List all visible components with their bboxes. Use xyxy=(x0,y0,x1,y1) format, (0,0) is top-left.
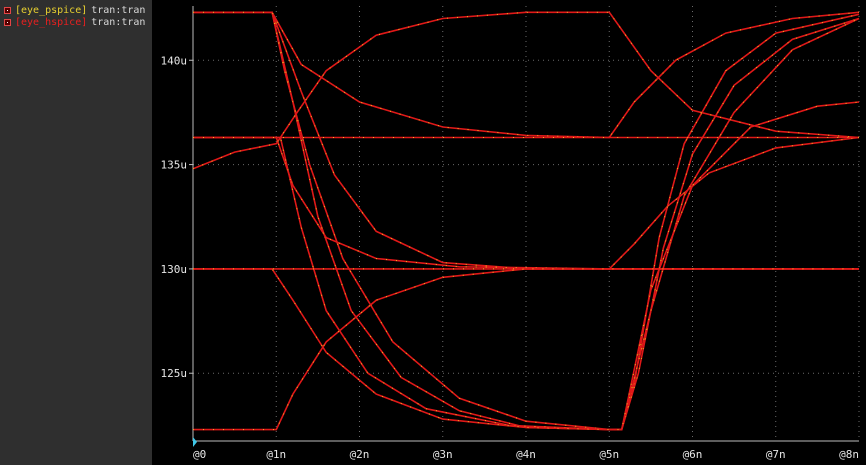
x-tick-label: @5n xyxy=(599,448,619,461)
x-tick-label: @6n xyxy=(683,448,703,461)
trace-hspice-10 xyxy=(193,268,859,431)
legend-item-eye-pspice[interactable]: [eye_pspice] tran:tran xyxy=(4,4,145,16)
y-tick-label: 135u xyxy=(161,159,188,172)
legend-label: [eye_hspice] xyxy=(15,16,88,28)
y-tick-label: 125u xyxy=(161,367,188,380)
x-tick-label: @8n xyxy=(839,448,859,461)
legend-label: [eye_pspice] xyxy=(15,4,88,16)
legend-item-eye-hspice[interactable]: [eye_hspice] tran:tran xyxy=(4,16,145,28)
trace-pspice-6 xyxy=(192,11,860,170)
legend-kind: tran:tran xyxy=(91,4,146,16)
trace-pspice-5 xyxy=(193,18,860,431)
legend-kind: tran:tran xyxy=(91,16,146,28)
trace-pspice-10 xyxy=(193,268,859,431)
traces xyxy=(192,11,860,431)
legend-marker-icon xyxy=(4,18,11,26)
trace-hspice-4 xyxy=(193,136,859,270)
cursor-marker-icon[interactable] xyxy=(193,437,197,447)
legend-marker-icon xyxy=(4,6,11,14)
trace-hspice-5 xyxy=(193,17,860,431)
trace-hspice-6 xyxy=(192,11,860,170)
trace-hspice-1 xyxy=(193,11,860,431)
trace-pspice-2 xyxy=(193,11,860,431)
x-tick-label: @0 xyxy=(193,448,206,461)
tick-labels: 125u 130u 135u 140u @0 @1n @2n @3n @4n @5n @6n @7n @… xyxy=(161,54,860,461)
legend-panel: [eye_pspice] tran:tran [eye_hspice] tran… xyxy=(0,0,152,465)
trace-pspice-1 xyxy=(193,11,860,431)
x-tick-label: @2n xyxy=(350,448,370,461)
y-tick-label: 130u xyxy=(161,263,188,276)
trace-hspice-2 xyxy=(193,11,860,431)
x-tick-label: @1n xyxy=(266,448,286,461)
waveform-plot[interactable]: 125u 130u 135u 140u @0 @1n @2n @3n @4n @5n @6n @7n @… xyxy=(152,0,866,465)
x-tick-label: @7n xyxy=(766,448,786,461)
x-tick-label: @3n xyxy=(433,448,453,461)
trace-pspice-4 xyxy=(193,137,859,270)
y-tick-label: 140u xyxy=(161,54,188,67)
x-tick-label: @4n xyxy=(516,448,536,461)
